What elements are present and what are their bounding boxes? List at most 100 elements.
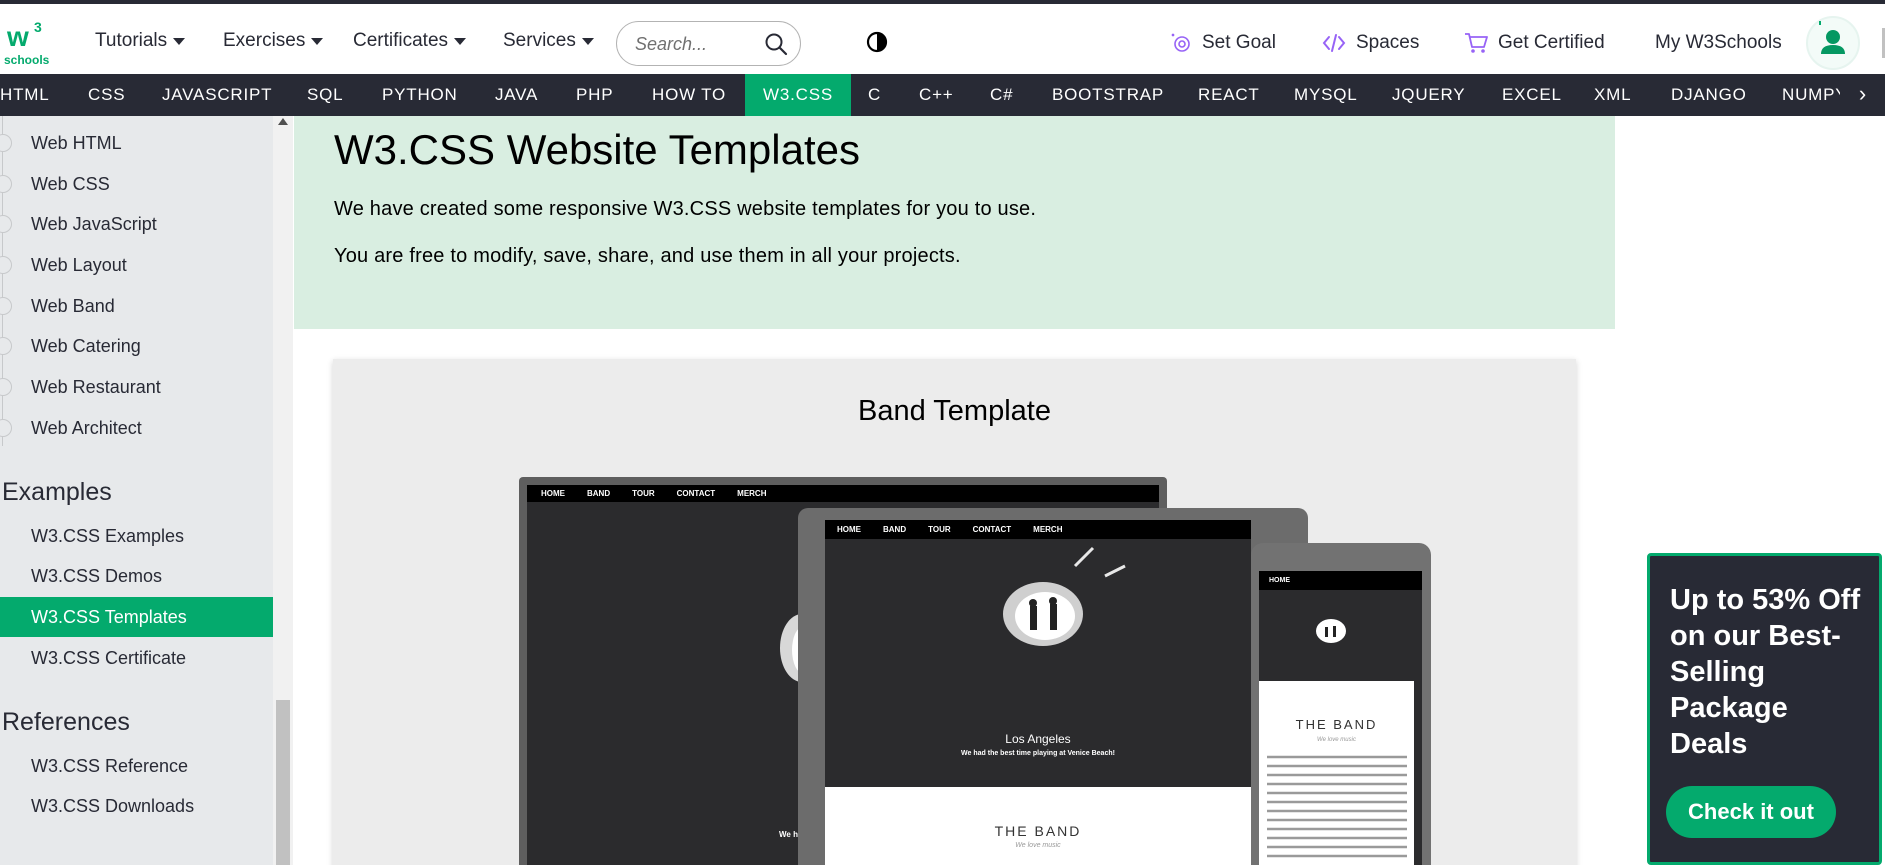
nav-item-c[interactable]: C — [850, 74, 899, 116]
code-icon — [1322, 34, 1346, 52]
sidebar-item-web-layout[interactable]: Web Layout — [0, 245, 273, 285]
tablet-screen: HOME BAND TOUR CONTACT MERCH Los Angeles We … — [825, 520, 1251, 865]
phone-mockup: HOME THE BAND We love music — [1251, 543, 1431, 865]
circle-icon — [0, 215, 12, 233]
sidebar-item-demos[interactable]: W3.CSS Demos — [0, 556, 273, 596]
sidebar-item-label: Web Band — [31, 296, 115, 316]
set-goal-link[interactable]: Set Goal — [1170, 32, 1276, 54]
spaces-label: Spaces — [1356, 32, 1420, 53]
ad-text: Up to 53% Off on our Best-Selling Packag… — [1670, 584, 1861, 760]
phone-band-section: THE BAND We love music — [1259, 681, 1414, 865]
nav-item-react[interactable]: REACT — [1180, 74, 1278, 116]
sidebar-item-web-band[interactable]: Web Band — [0, 286, 273, 326]
menu-tutorials[interactable]: Tutorials — [95, 30, 186, 52]
promo-ad[interactable]: Up to 53% Off on our Best-Selling Packag… — [1647, 553, 1882, 865]
search-icon[interactable] — [764, 32, 788, 56]
nav-item-sql[interactable]: SQL — [289, 74, 361, 116]
intro-text-1: We have created some responsive W3.CSS w… — [334, 198, 1037, 220]
sidebar-item-label: Web JavaScript — [31, 214, 157, 234]
sidebar-item-web-architect[interactable]: Web Architect — [0, 408, 273, 448]
logo-icon: w 3 schools — [4, 19, 50, 67]
nav-item-cpp[interactable]: C++ — [901, 74, 972, 116]
mini-nav-item: BAND — [883, 525, 907, 534]
nav-item-excel[interactable]: EXCEL — [1484, 74, 1580, 116]
spaces-link[interactable]: Spaces — [1322, 32, 1419, 54]
mini-nav-item: TOUR — [928, 525, 951, 534]
caret-down-icon — [173, 37, 186, 45]
caret-down-icon — [454, 37, 467, 45]
sidebar-item-label: Web HTML — [31, 133, 122, 153]
sidebar-item-examples[interactable]: W3.CSS Examples — [0, 516, 273, 556]
nav-next-button[interactable]: › — [1840, 74, 1885, 116]
contrast-toggle-icon[interactable] — [866, 31, 888, 53]
search-input[interactable] — [635, 30, 765, 58]
nav-item-django[interactable]: DJANGO — [1653, 74, 1765, 116]
check-it-out-button[interactable]: Check it out — [1666, 786, 1836, 838]
my-w3schools-link[interactable]: My W3Schools — [1655, 32, 1782, 54]
menu-exercises[interactable]: Exercises — [223, 30, 324, 52]
get-certified-label: Get Certified — [1498, 32, 1605, 53]
nav-item-html[interactable]: HTML — [0, 74, 67, 116]
get-certified-link[interactable]: Get Certified — [1464, 32, 1605, 54]
nav-item-w3css[interactable]: W3.CSS — [745, 74, 851, 116]
avatar[interactable] — [1806, 16, 1860, 70]
circle-icon — [0, 175, 12, 193]
nav-item-javascript[interactable]: JAVASCRIPT — [144, 74, 290, 116]
menu-exercises-label: Exercises — [223, 30, 306, 51]
phone-band-sub: We love music — [1317, 737, 1356, 743]
sidebar-item-web-css[interactable]: Web CSS — [0, 164, 273, 204]
mini-nav-item: TOUR — [632, 489, 655, 498]
search-box — [616, 21, 801, 66]
top-header: w 3 schools Tutorials Exercises Certific… — [0, 0, 1885, 74]
target-icon — [1171, 33, 1190, 52]
circle-icon — [0, 134, 12, 152]
svg-text:schools: schools — [4, 53, 50, 66]
sidebar-item-label: Web CSS — [31, 174, 110, 194]
tablet-mini-nav: HOME BAND TOUR CONTACT MERCH — [825, 520, 1251, 539]
card-title: Band Template — [858, 395, 1051, 427]
nav-item-css[interactable]: CSS — [70, 74, 143, 116]
tablet-city: Los Angeles — [1005, 732, 1071, 746]
mini-nav-item: HOME — [837, 525, 861, 534]
sidebar-item-web-catering[interactable]: Web Catering — [0, 326, 273, 366]
nav-item-jquery[interactable]: JQUERY — [1374, 74, 1483, 116]
menu-services[interactable]: Services — [503, 30, 594, 52]
menu-services-label: Services — [503, 30, 576, 51]
sidebar-item-downloads[interactable]: W3.CSS Downloads — [0, 786, 273, 826]
tablet-band-section: THE BAND We love music — [825, 787, 1251, 865]
w3schools-logo[interactable]: w 3 schools — [4, 16, 54, 67]
svg-text:3: 3 — [34, 19, 42, 35]
nav-item-bootstrap[interactable]: BOOTSTRAP — [1034, 74, 1182, 116]
sidebar-item-templates[interactable]: W3.CSS Templates — [0, 597, 273, 637]
circle-icon — [0, 419, 12, 437]
mini-nav-item: HOME — [541, 489, 565, 498]
caret-down-icon — [311, 37, 324, 45]
nav-item-how-to[interactable]: HOW TO — [634, 74, 744, 116]
sidebar-item-reference[interactable]: W3.CSS Reference — [0, 746, 273, 786]
nav-item-xml[interactable]: XML — [1576, 74, 1649, 116]
nav-item-mysql[interactable]: MYSQL — [1276, 74, 1376, 116]
sidebar-item-label: Web Restaurant — [31, 377, 161, 397]
sidebar-item-web-html[interactable]: Web HTML — [0, 123, 273, 163]
caret-down-icon — [581, 37, 594, 45]
sidebar-item-certificate[interactable]: W3.CSS Certificate — [0, 638, 273, 678]
sidebar-scrollbar-thumb[interactable] — [276, 700, 290, 865]
menu-certificates[interactable]: Certificates — [353, 30, 467, 52]
sidebar-item-web-javascript[interactable]: Web JavaScript — [0, 204, 273, 244]
circle-icon — [0, 256, 12, 274]
menu-tutorials-label: Tutorials — [95, 30, 168, 51]
mini-nav-item: MERCH — [1033, 525, 1063, 534]
nav-item-csharp[interactable]: C# — [972, 74, 1031, 116]
sidebar-item-web-restaurant[interactable]: Web Restaurant — [0, 367, 273, 407]
circle-icon — [0, 297, 12, 315]
sidebar-heading-examples: Examples — [2, 478, 112, 506]
scroll-up-arrow-icon[interactable] — [278, 118, 288, 125]
sidebar: Web HTML Web CSS Web JavaScript Web Layo… — [0, 116, 273, 865]
phone-text-lines — [1267, 755, 1407, 858]
laptop-mini-nav: HOME BAND TOUR CONTACT MERCH — [527, 485, 1159, 502]
nav-item-java[interactable]: JAVA — [477, 74, 556, 116]
nav-item-python[interactable]: PYTHON — [364, 74, 476, 116]
circle-icon — [0, 337, 12, 355]
nav-item-php[interactable]: PHP — [558, 74, 631, 116]
my-w3schools-label: My W3Schools — [1655, 32, 1782, 53]
